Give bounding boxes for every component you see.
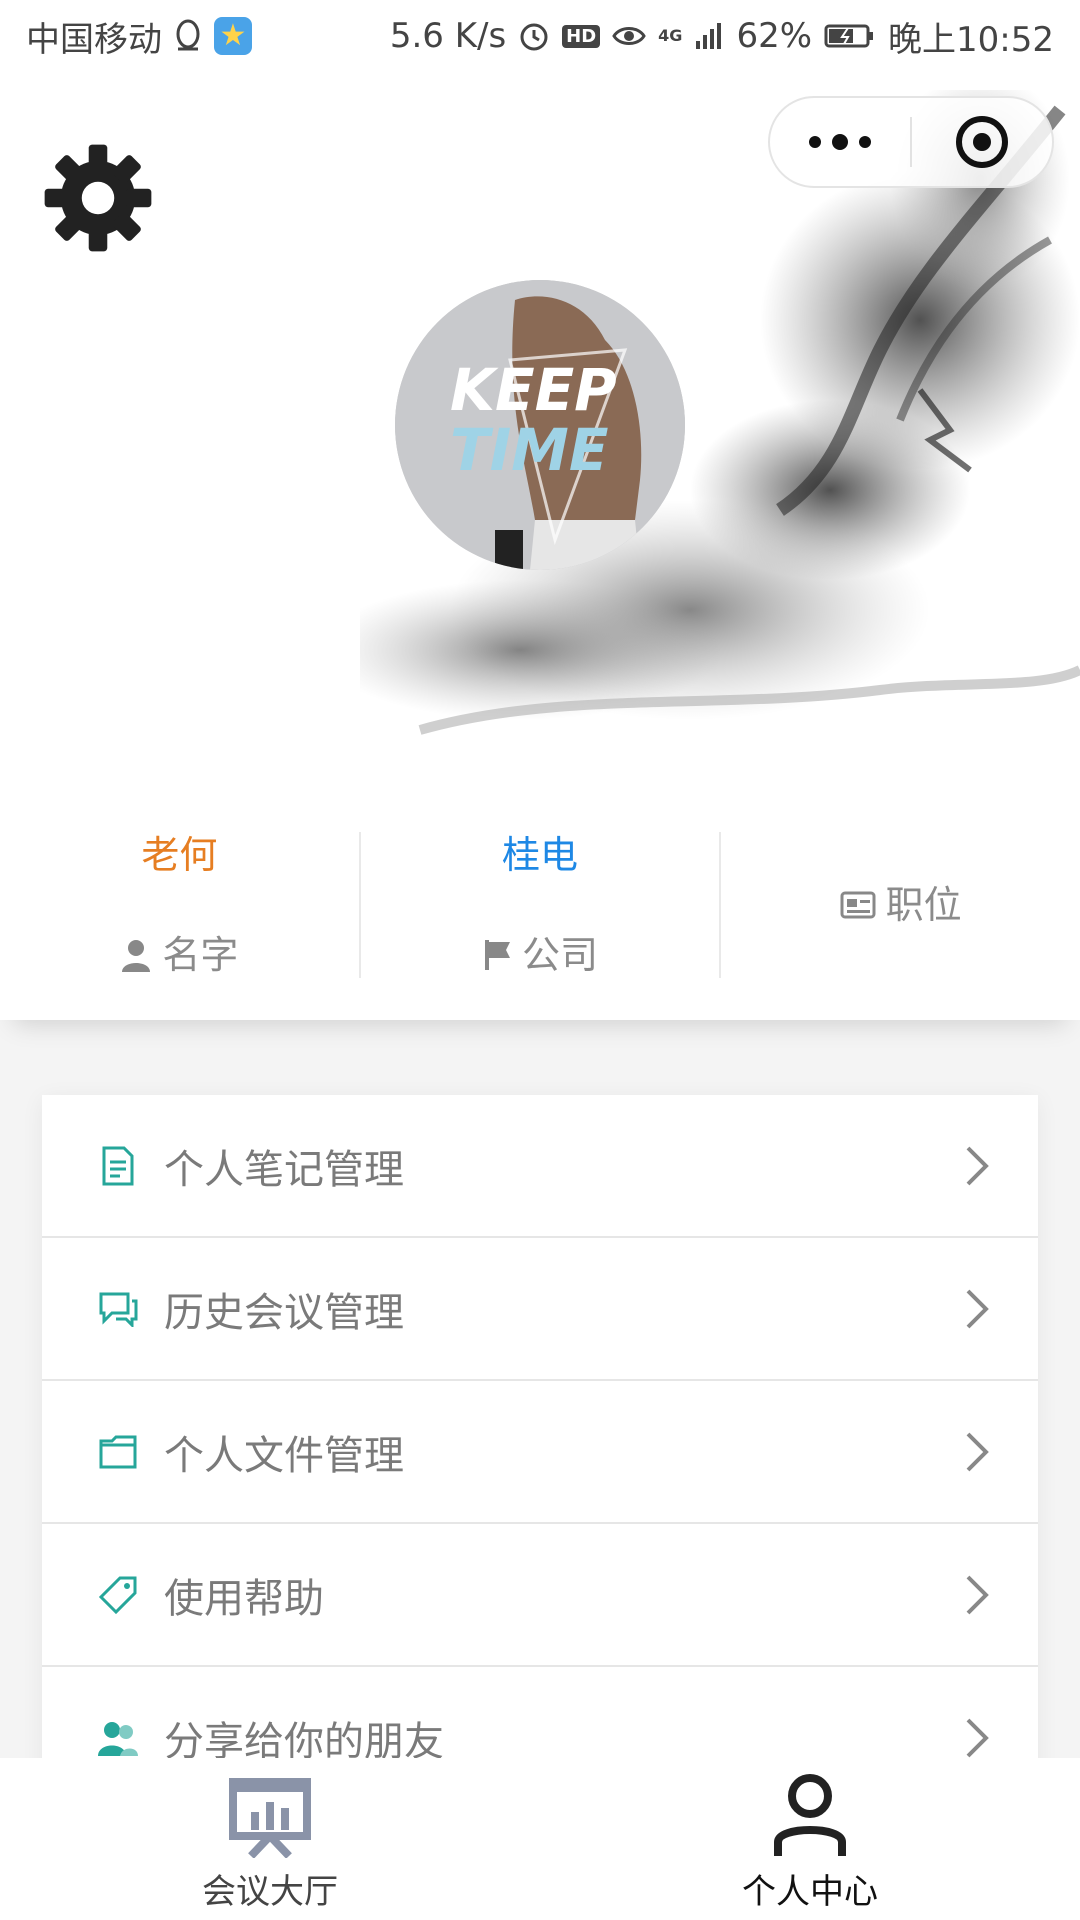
miniprogram-capsule [768,96,1054,188]
carrier-label: 中国移动 [26,19,162,60]
name-value: 老何 [141,833,218,877]
profile-info-card: 老何 名字 桂电 公司 职位 [0,790,1080,1020]
person-icon [122,940,151,972]
chevron-right-icon [966,1146,989,1185]
profile-header: KEEP TIME [0,0,1080,790]
users-icon [98,1718,138,1758]
name-column: 老何 名字 [0,832,361,978]
id-card-icon [840,891,876,919]
chat-bubbles-icon [98,1289,138,1329]
more-dots-icon [809,134,871,150]
signal-icon [694,21,724,51]
status-bar: 中国移动 ★ 5.6 K/s HD 4G 62% 晚上10:52 [0,0,1080,72]
user-icon [774,1774,846,1856]
target-circle-icon [956,116,1008,168]
alarm-clock-icon [518,20,550,52]
avatar-text-keep: KEEP [450,356,617,424]
clock-time: 晚上10:52 [888,19,1054,60]
battery-charging-icon [824,23,876,49]
eye-icon [612,23,646,49]
name-label: 名字 [162,933,239,977]
folder-icon [98,1432,138,1472]
position-column: 职位 [721,832,1080,978]
chevron-right-icon [966,1289,989,1328]
menu-item-label: 历史会议管理 [164,1289,404,1336]
tag-icon [98,1575,138,1615]
menu-item-label: 个人笔记管理 [164,1146,404,1193]
note-icon [98,1146,138,1186]
avatar-image: KEEP TIME [395,280,685,570]
menu-item-label: 个人文件管理 [164,1432,404,1479]
flag-icon [485,940,510,970]
menu-item-notes[interactable]: 个人笔记管理 [42,1095,1038,1238]
company-column: 桂电 公司 [361,832,722,978]
bottom-tab-bar: 会议大厅 个人中心 [0,1758,1080,1920]
position-label-row: 职位 [840,882,962,928]
tab-label: 个人中心 [742,1872,878,1912]
hd-badge: HD [562,24,601,48]
name-label-row: 名字 [120,932,238,978]
presentation-board-icon [229,1778,311,1858]
avatar-text-time: TIME [450,416,608,484]
net-speed: 5.6 K/s [389,16,507,56]
qq-penguin-icon [174,19,202,53]
company-label: 公司 [522,933,599,977]
company-value: 桂电 [502,833,579,877]
avatar[interactable]: KEEP TIME [395,280,685,570]
network-type: 4G [658,26,683,45]
menu-item-label: 使用帮助 [164,1575,324,1622]
company-label-row: 公司 [482,932,598,978]
settings-icon[interactable] [40,140,156,256]
chevron-right-icon [966,1718,989,1757]
tab-label: 会议大厅 [202,1872,338,1912]
tab-meeting-hall[interactable]: 会议大厅 [0,1758,540,1920]
menu-item-files[interactable]: 个人文件管理 [42,1381,1038,1524]
battery-percent: 62% [736,16,813,56]
chevron-right-icon [966,1432,989,1471]
tab-personal-center[interactable]: 个人中心 [540,1758,1080,1920]
star-app-icon: ★ [214,17,252,55]
menu-item-help[interactable]: 使用帮助 [42,1524,1038,1667]
menu-list: 个人笔记管理 历史会议管理 个人文件管理 使用帮助 分享给你的朋友 [42,1095,1038,1810]
position-label: 职位 [885,883,962,927]
more-button[interactable] [770,98,910,186]
chevron-right-icon [966,1575,989,1614]
close-miniprogram-button[interactable] [912,98,1052,186]
menu-item-meetings[interactable]: 历史会议管理 [42,1238,1038,1381]
